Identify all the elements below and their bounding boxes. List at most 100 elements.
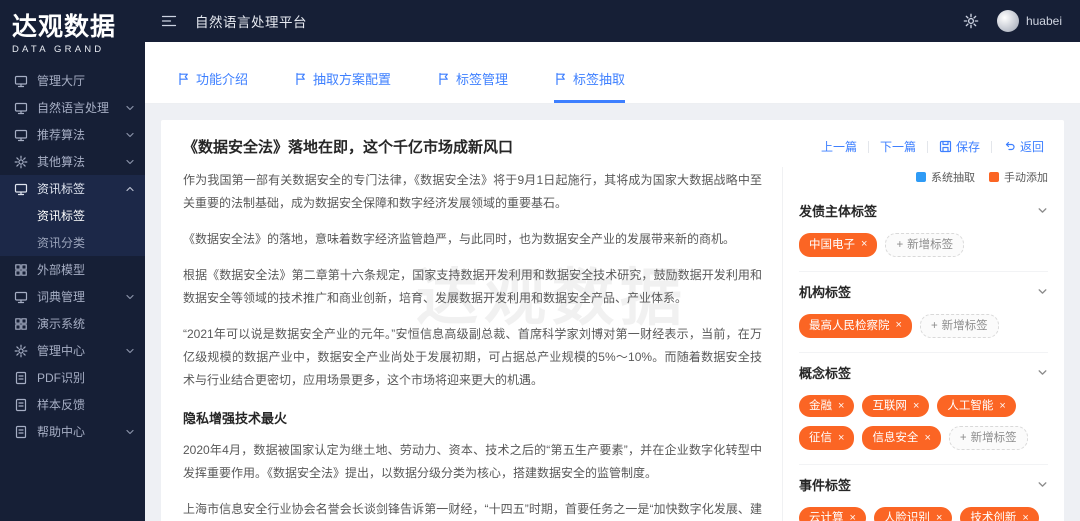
add-tag-label: 新增标签 [942,318,988,334]
add-tag-button[interactable]: +新增标签 [885,233,964,257]
tab-tag-extraction[interactable]: 标签抽取 [554,42,625,103]
remove-tag-icon[interactable]: × [913,399,919,414]
add-tag-label: 新增标签 [971,430,1017,446]
page-title: 自然语言处理平台 [195,11,307,31]
sidebar-item-label: 词典管理 [37,288,125,305]
sidebar-subitem-label: 资讯分类 [37,234,85,251]
chevron-down-icon[interactable] [1037,286,1048,297]
tag-pill: 信息安全× [862,426,940,450]
sidebar-item-label: 资讯标签 [37,180,125,197]
tag-label: 最高人民检察院 [809,318,890,334]
chevron-down-icon [125,427,135,437]
sidebar-item-label: PDF识别 [37,369,135,386]
sidebar-item-help-center[interactable]: 帮助中心 [0,418,145,445]
prev-article-label: 上一篇 [821,138,857,155]
tab-extraction-config[interactable]: 抽取方案配置 [294,42,391,103]
next-article-button[interactable]: 下一篇 [880,138,916,155]
remove-tag-icon[interactable]: × [999,399,1005,414]
tag-pill: 中国电子× [799,233,877,257]
remove-tag-icon[interactable]: × [1022,511,1028,521]
chevron-down-icon[interactable] [1037,479,1048,490]
article-paragraph: 根据《数据安全法》第二章第十六条规定，国家支持数据开发利用和数据安全技术研究，鼓… [183,264,762,310]
plus-icon: + [931,318,938,334]
monitor-icon [14,290,28,304]
tab-label: 标签抽取 [573,69,625,88]
sidebar-item-pdf-ocr[interactable]: PDF识别 [0,364,145,391]
monitor-icon [14,128,28,142]
tag-pill: 互联网× [862,395,929,417]
next-article-label: 下一篇 [880,138,916,155]
brand-name-en: DATA GRAND [12,44,135,55]
sidebar-item-sample-feedback[interactable]: 样本反馈 [0,391,145,418]
gear-icon [14,344,28,358]
back-label: 返回 [1020,138,1044,155]
remove-tag-icon[interactable]: × [924,431,930,446]
sidebar-item-nlp[interactable]: 自然语言处理 [0,94,145,121]
legend-manually-added: 手动添加 [989,169,1048,185]
divider [927,141,928,153]
add-tag-button[interactable]: +新增标签 [920,314,999,338]
tab-label: 标签管理 [456,69,508,88]
tab-tag-management[interactable]: 标签管理 [437,42,508,103]
monitor-icon [14,74,28,88]
sidebar-item-demo-system[interactable]: 演示系统 [0,310,145,337]
document-icon [14,371,28,385]
save-button[interactable]: 保存 [939,138,980,155]
brand-name-cn: 达观数据 [12,7,135,43]
tag-panel: 系统抽取 手动添加 发债主体标签 [782,167,1064,521]
sidebar-item-label: 演示系统 [37,315,135,332]
section-title: 发债主体标签 [799,201,877,220]
sidebar-item-external-models[interactable]: 外部模型 [0,256,145,283]
chevron-up-icon [125,184,135,194]
sidebar-item-admin-center[interactable]: 管理中心 [0,337,145,364]
sidebar-item-dictionary[interactable]: 词典管理 [0,283,145,310]
prev-article-button[interactable]: 上一篇 [821,138,857,155]
chevron-down-icon[interactable] [1037,205,1048,216]
tag-label: 征信 [809,430,832,446]
back-button[interactable]: 返回 [1003,138,1044,155]
sidebar-item-label: 外部模型 [37,261,135,278]
sidebar-item-label: 管理中心 [37,342,125,359]
tag-pill: 技术创新 × [960,507,1038,521]
tag-pill: 人脸识别× [874,507,952,521]
user-menu[interactable]: huabei [997,10,1062,32]
top-header-bar: 自然语言处理平台 huabei [145,0,1080,42]
remove-tag-icon[interactable]: × [861,237,867,252]
content-area: 《数据安全法》落地在即，这个千亿市场成新风口 上一篇 下一篇 保存 [145,104,1080,521]
tab-feature-intro[interactable]: 功能介绍 [177,42,248,103]
legend-label: 手动添加 [1004,169,1048,185]
tab-label: 功能介绍 [196,69,248,88]
remove-tag-icon[interactable]: × [838,431,844,446]
remove-tag-icon[interactable]: × [896,318,902,333]
sidebar-item-label: 帮助中心 [37,423,125,440]
section-org-tags: 机构标签 最高人民检察院× +新增标签 [799,272,1048,353]
legend-system-extracted: 系统抽取 [916,169,975,185]
sidebar-item-label: 推荐算法 [37,126,125,143]
flag-icon [437,72,450,85]
collapse-sidebar-icon[interactable] [161,13,177,29]
article-paragraph: 2020年4月，数据被国家认定为继土地、劳动力、资本、技术之后的“第五生产要素”… [183,439,762,485]
sidebar-item-label: 自然语言处理 [37,99,125,116]
remove-tag-icon[interactable]: × [936,511,942,521]
add-tag-button[interactable]: +新增标签 [949,426,1028,450]
tag-pill: 征信 × [799,426,854,450]
sidebar-item-recommend-algo[interactable]: 推荐算法 [0,121,145,148]
legend-label: 系统抽取 [931,169,975,185]
sidebar-subitem-news-classify[interactable]: 资讯分类 [0,229,145,256]
tag-pill: 云计算 × [799,507,866,521]
remove-tag-icon[interactable]: × [850,511,856,521]
flag-icon [294,72,307,85]
article-paragraph: “2021年可以说是数据安全产业的元年。”安恒信息高级副总裁、首席科学家刘博对第… [183,323,762,392]
document-icon [14,398,28,412]
sidebar-item-other-algo[interactable]: 其他算法 [0,148,145,175]
tag-label: 云计算 [809,510,844,521]
sidebar-item-news-tags[interactable]: 资讯标签 [0,175,145,202]
sidebar-subitem-news-tags[interactable]: 资讯标签 [0,202,145,229]
chevron-down-icon[interactable] [1037,367,1048,378]
remove-tag-icon[interactable]: × [838,399,844,414]
tag-label: 技术创新 [970,510,1016,521]
settings-gear-icon[interactable] [963,13,979,29]
save-label: 保存 [956,138,980,155]
sidebar-item-management-hall[interactable]: 管理大厅 [0,67,145,94]
plus-icon: + [896,237,903,253]
